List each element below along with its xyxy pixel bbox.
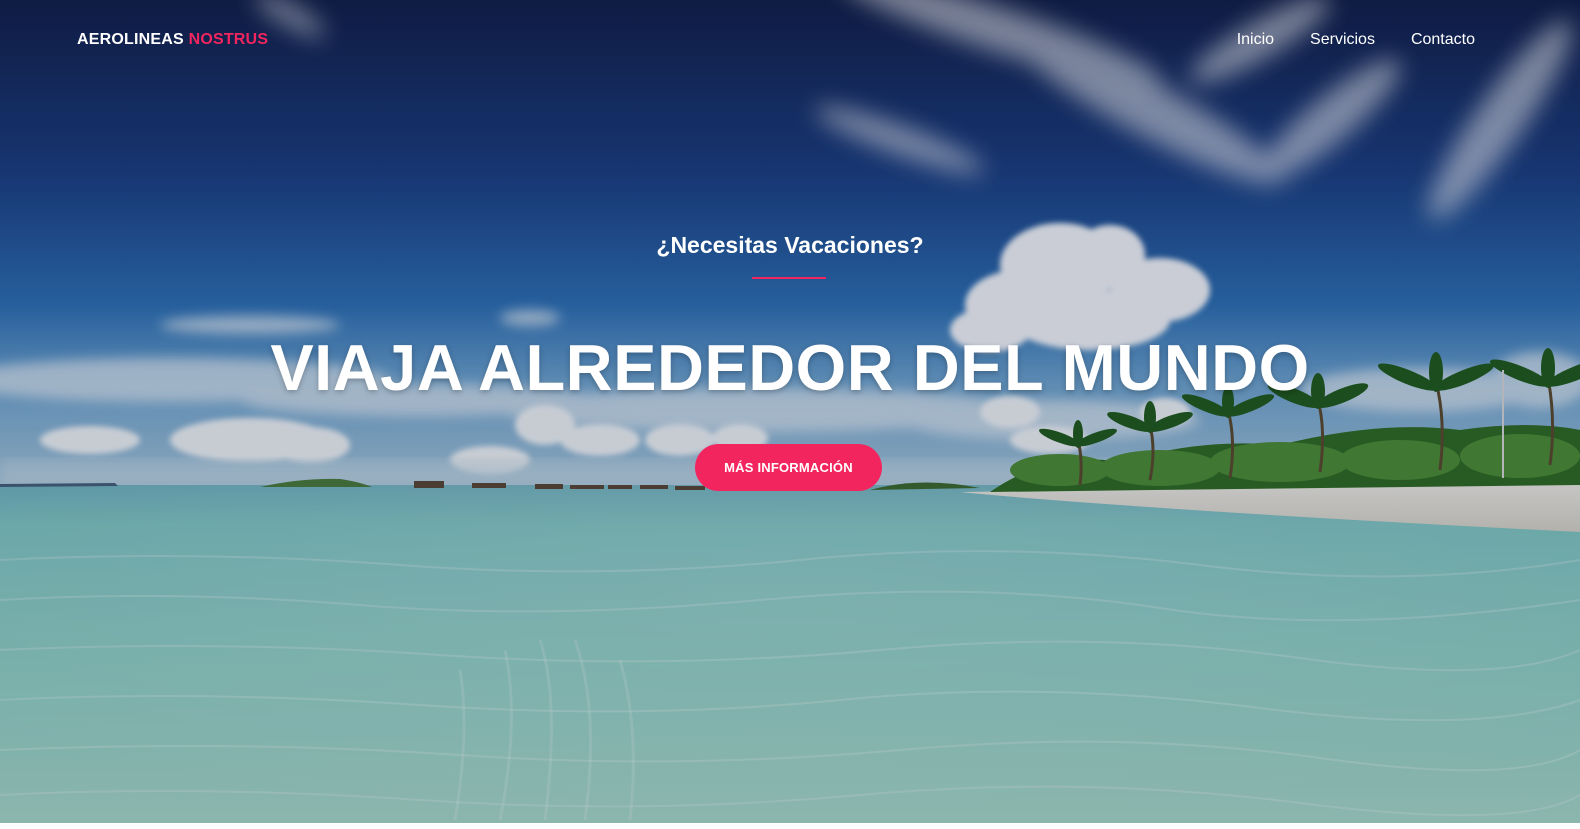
page-bottom-edge xyxy=(0,823,1580,829)
hero-subtitle: ¿Necesitas Vacaciones? xyxy=(656,232,924,258)
nav-link-servicios[interactable]: Servicios xyxy=(1310,31,1375,49)
nav-link-inicio[interactable]: Inicio xyxy=(1237,31,1274,49)
brand-name-primary: AEROLINEAS xyxy=(77,31,184,48)
brand-logo[interactable]: AEROLINEAS NOSTRUS xyxy=(77,31,268,49)
hero-divider xyxy=(752,277,826,279)
navbar: AEROLINEAS NOSTRUS Inicio Servicios Cont… xyxy=(0,0,1580,80)
tropical-beach-background-image xyxy=(0,0,1580,823)
hero-headline: VIAJA ALREDEDOR DEL MUNDO xyxy=(270,331,1310,404)
nav-link-contacto[interactable]: Contacto xyxy=(1411,31,1475,49)
more-info-button[interactable]: MÁS INFORMACIÓN xyxy=(695,444,882,491)
hero-section: AEROLINEAS NOSTRUS Inicio Servicios Cont… xyxy=(0,0,1580,823)
brand-name-accent: NOSTRUS xyxy=(188,31,269,48)
nav-menu: Inicio Servicios Contacto xyxy=(1237,31,1475,49)
